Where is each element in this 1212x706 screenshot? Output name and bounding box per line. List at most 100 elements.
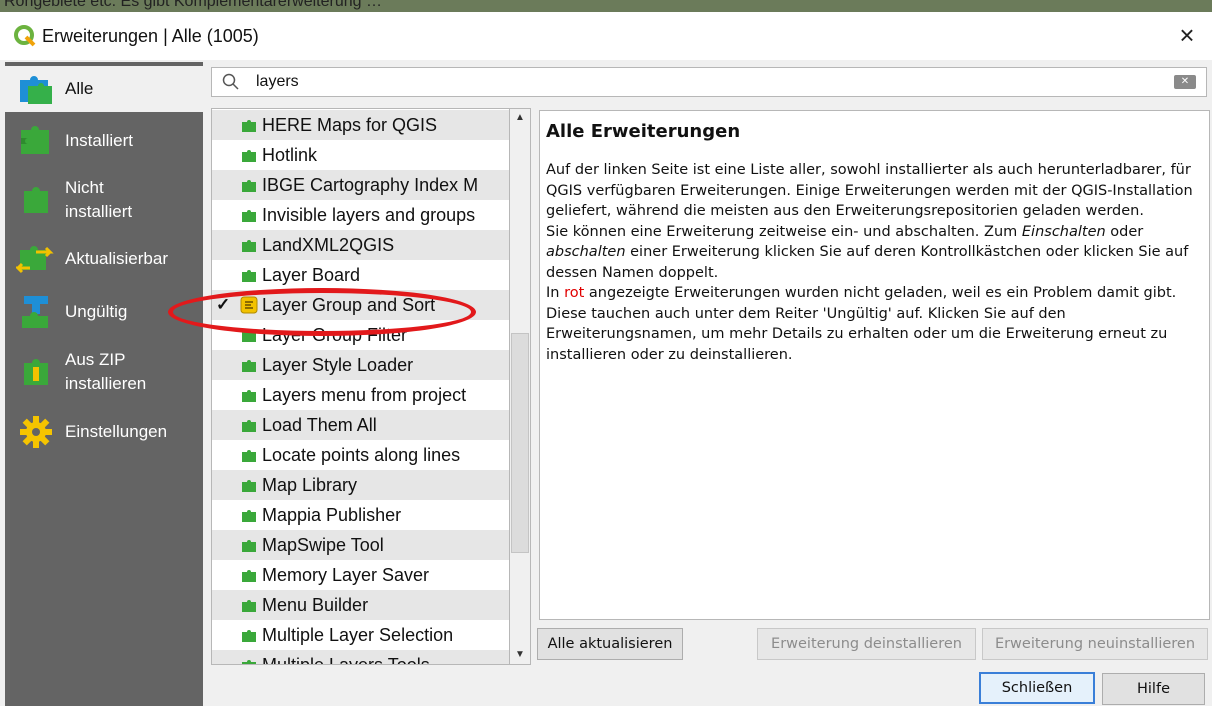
plugin-name: Layer Board xyxy=(262,264,361,285)
puzzle-icon xyxy=(240,116,258,134)
text-part: In xyxy=(546,285,565,301)
zip-install-icon xyxy=(15,354,57,390)
puzzle-icon xyxy=(240,566,258,584)
sidebar-item-label: Alle xyxy=(65,79,94,98)
sidebar-item-label: Einstellungen xyxy=(65,422,168,441)
description-panel: Alle Erweiterungen Auf der linken Seite … xyxy=(539,110,1210,620)
puzzle-icon xyxy=(240,326,258,344)
sidebar-item-label-line1: Aus ZIP xyxy=(65,350,126,369)
plugin-list[interactable]: HERE Maps for QGIS Hotlink IBGE Cartogra… xyxy=(211,108,509,665)
puzzle-icon xyxy=(240,356,258,374)
clear-search-icon[interactable]: ✕ xyxy=(1174,75,1196,89)
description-paragraph-1: Auf der linken Seite ist eine Liste alle… xyxy=(546,162,1193,219)
plugin-name: Layer Style Loader xyxy=(262,354,414,375)
description-paragraph-3: In rot angezeigte Erweiterungen wurden n… xyxy=(546,283,1203,365)
plugin-row[interactable]: Invisible layers and groups xyxy=(212,200,509,230)
plugin-name: Multiple Layer Selection xyxy=(262,624,454,645)
plugin-name: Map Library xyxy=(262,474,358,495)
plugin-row[interactable]: Menu Builder xyxy=(212,590,509,620)
puzzle-icon xyxy=(240,416,258,434)
sidebar-item-alle[interactable]: Alle xyxy=(5,66,203,112)
scroll-down-arrow-icon[interactable]: ▼ xyxy=(510,646,530,664)
sidebar-item-label: Aktualisierbar xyxy=(65,249,168,268)
plugin-name: Memory Layer Saver xyxy=(262,564,430,585)
puzzle-icon xyxy=(240,506,258,524)
window-title: Erweiterungen | Alle (1005) xyxy=(42,26,259,46)
plugin-row[interactable]: Hotlink xyxy=(212,140,509,170)
close-icon[interactable]: × xyxy=(1172,20,1202,50)
plugin-row[interactable]: IBGE Cartography Index M xyxy=(212,170,509,200)
reinstall-button[interactable]: Erweiterung neuinstallieren xyxy=(982,628,1208,660)
description-title: Alle Erweiterungen xyxy=(546,121,741,142)
help-button[interactable]: Hilfe xyxy=(1102,673,1205,705)
puzzle-icon xyxy=(240,206,258,224)
puzzle-not-installed-icon xyxy=(15,182,57,218)
plugin-row[interactable]: Layer Style Loader xyxy=(212,350,509,380)
puzzle-installed-icon xyxy=(15,123,57,159)
plugin-name: Layer Group and Sort xyxy=(262,294,436,315)
scroll-thumb[interactable] xyxy=(511,333,529,553)
layer-group-plugin-icon xyxy=(240,296,258,314)
plugin-row[interactable]: LandXML2QGIS xyxy=(212,230,509,260)
sidebar-item-aus-zip[interactable]: Aus ZIP installieren xyxy=(5,344,203,400)
plugin-row-selected[interactable]: ✓ Layer Group and Sort xyxy=(212,290,509,320)
puzzle-icon xyxy=(240,656,258,664)
plugin-row[interactable]: Memory Layer Saver xyxy=(212,560,509,590)
background-strip: Rohgebiete etc. Es gibt Komplementärerwe… xyxy=(0,0,1212,12)
plugin-name: Menu Builder xyxy=(262,594,369,615)
plugin-name: Multiple Layers Tools xyxy=(262,654,430,665)
background-text: Rohgebiete etc. Es gibt Komplementärerwe… xyxy=(4,0,382,10)
search-input[interactable]: layers ✕ xyxy=(211,67,1207,97)
plugin-row[interactable]: Multiple Layer Selection xyxy=(212,620,509,650)
sidebar-item-label-wrap: Nicht installiert xyxy=(65,176,132,224)
puzzle-icon xyxy=(15,71,57,107)
plugin-name: Hotlink xyxy=(262,144,318,165)
puzzle-icon xyxy=(240,446,258,464)
sidebar-item-installiert[interactable]: Installiert xyxy=(5,122,203,160)
title-bar: Erweiterungen | Alle (1005) × xyxy=(0,12,1212,60)
sidebar-item-label-line1: Nicht xyxy=(65,178,104,197)
puzzle-icon xyxy=(240,626,258,644)
update-all-button[interactable]: Alle aktualisieren xyxy=(537,628,683,660)
uninstall-button[interactable]: Erweiterung deinstallieren xyxy=(757,628,976,660)
sidebar-item-aktualisierbar[interactable]: Aktualisierbar xyxy=(5,240,203,278)
text-part: einer Erweiterung klicken Sie auf deren … xyxy=(546,244,1189,281)
sidebar-item-label: Installiert xyxy=(65,131,134,150)
plugin-name: Mappia Publisher xyxy=(262,504,402,525)
sidebar: Alle Installiert Nicht installiert Aktua… xyxy=(5,62,203,706)
plugin-row[interactable]: Multiple Layers Tools xyxy=(212,650,509,665)
puzzle-invalid-icon xyxy=(15,294,57,330)
plugin-list-scrollbar[interactable]: ▲ ▼ xyxy=(509,108,531,665)
close-button[interactable]: Schließen xyxy=(979,672,1095,704)
plugin-name: MapSwipe Tool xyxy=(262,534,384,555)
plugin-row[interactable]: Map Library xyxy=(212,470,509,500)
plugin-row[interactable]: Layers menu from project xyxy=(212,380,509,410)
sidebar-item-label-wrap: Aus ZIP installieren xyxy=(65,348,146,396)
puzzle-icon xyxy=(240,146,258,164)
plugin-name: Layer Group Filter xyxy=(262,324,408,345)
sidebar-item-label-line2: installiert xyxy=(65,202,133,221)
plugin-row[interactable]: Load Them All xyxy=(212,410,509,440)
plugin-row[interactable]: MapSwipe Tool xyxy=(212,530,509,560)
gear-icon xyxy=(15,414,57,450)
sidebar-item-label-line2: installieren xyxy=(65,374,147,393)
plugin-row[interactable]: Mappia Publisher xyxy=(212,500,509,530)
puzzle-icon xyxy=(240,176,258,194)
plugin-row[interactable]: Locate points along lines xyxy=(212,440,509,470)
text-part: angezeigte Erweiterungen wurden nicht ge… xyxy=(546,285,1177,363)
sidebar-item-einstellungen[interactable]: Einstellungen xyxy=(5,412,203,452)
sidebar-item-ungueltig[interactable]: Ungültig xyxy=(5,292,203,332)
sidebar-item-label: Ungültig xyxy=(65,302,128,321)
puzzle-icon xyxy=(240,536,258,554)
sidebar-item-nicht-installiert[interactable]: Nicht installiert xyxy=(5,172,203,228)
scroll-up-arrow-icon[interactable]: ▲ xyxy=(510,109,530,127)
plugin-row[interactable]: Layer Board xyxy=(212,260,509,290)
puzzle-icon xyxy=(240,386,258,404)
plugin-row[interactable]: HERE Maps for QGIS xyxy=(212,110,509,140)
text-part: Sie können eine Erweiterung zeitweise ei… xyxy=(546,223,1022,240)
plugin-row[interactable]: Layer Group Filter xyxy=(212,320,509,350)
puzzle-icon xyxy=(240,476,258,494)
plugin-name: Invisible layers and groups xyxy=(262,204,476,225)
text-emphasis: Einschalten xyxy=(1021,223,1106,240)
checkmark-icon[interactable]: ✓ xyxy=(216,295,234,315)
